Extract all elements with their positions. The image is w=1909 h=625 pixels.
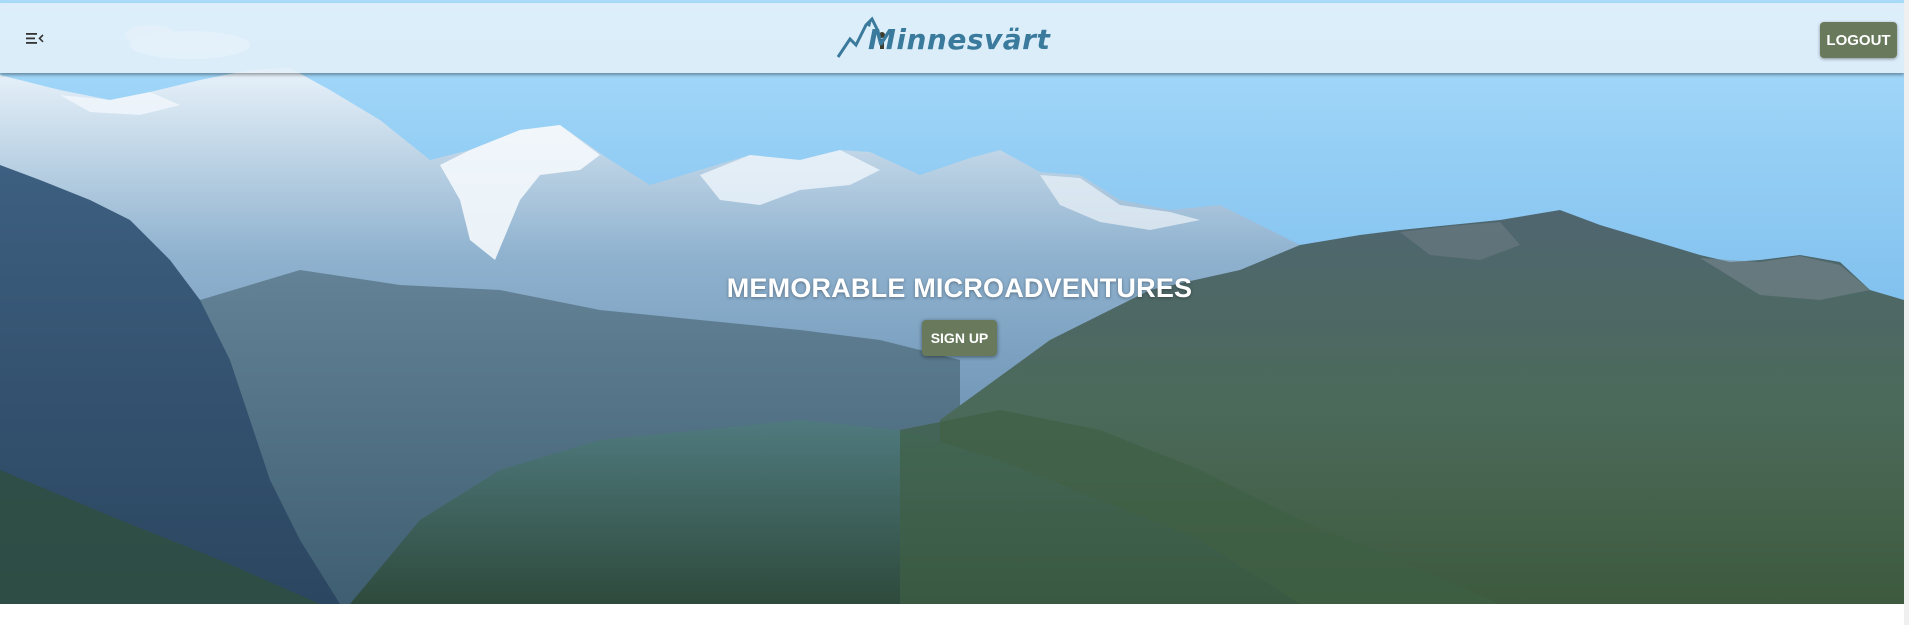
page-scrollbar[interactable] (1904, 0, 1909, 625)
hero-title: MEMORABLE MICROADVENTURES (726, 273, 1193, 303)
menu-collapse-icon[interactable] (22, 27, 46, 49)
logout-button[interactable]: LOGOUT (1820, 22, 1897, 58)
hero-section: MEMORABLE MICROADVENTURES SIGN UP (0, 0, 1904, 604)
top-navigation-bar: Minnesvärt LOGOUT (0, 3, 1904, 73)
sign-up-button[interactable]: SIGN UP (922, 320, 997, 356)
site-logo[interactable]: Minnesvärt (836, 15, 1050, 61)
logo-text: Minnesvärt (868, 23, 1051, 56)
